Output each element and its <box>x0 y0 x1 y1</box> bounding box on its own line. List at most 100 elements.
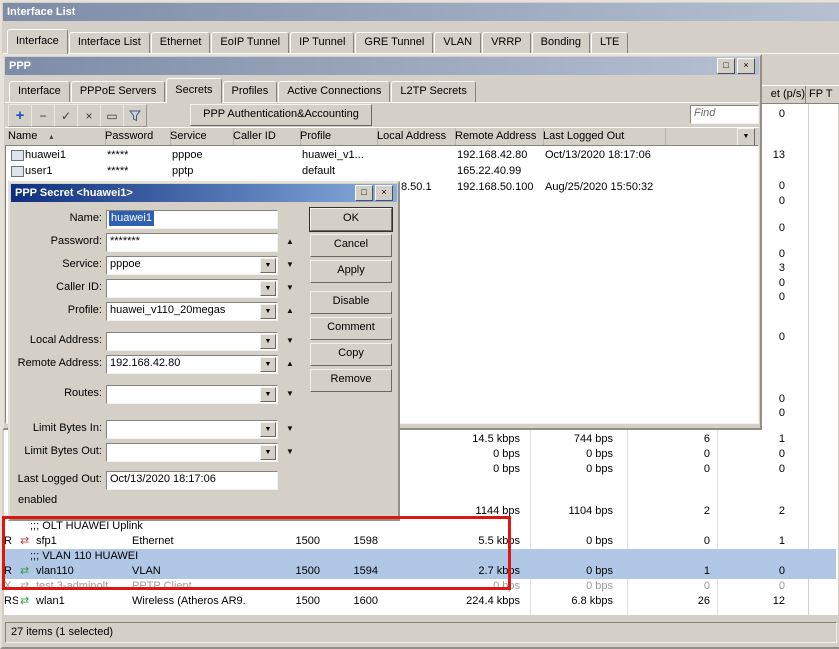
ok-button[interactable]: OK <box>310 208 392 231</box>
enable-button[interactable]: ✓ <box>54 104 78 127</box>
password-label: Password: <box>14 233 102 250</box>
interface-row-wlan1[interactable]: RS⇄wlan1Wireless (Atheros AR9...15001600… <box>2 594 836 609</box>
tab-gre-tunnel[interactable]: GRE Tunnel <box>355 32 433 53</box>
remove-button[interactable]: Remove <box>310 369 392 392</box>
remote-address-up-arrow-icon[interactable]: ▲ <box>283 355 297 372</box>
caller-id-down-arrow-icon[interactable]: ▼ <box>283 279 297 296</box>
routes-label: Routes: <box>14 385 102 402</box>
ppp-secret-row[interactable]: huawei1*****pppoehuawei_v1...192.168.42.… <box>7 147 757 163</box>
local-address-dropdown-icon[interactable]: ▼ <box>260 334 276 349</box>
column-select-button[interactable]: ▼ <box>737 128 755 146</box>
tab-ip-tunnel[interactable]: IP Tunnel <box>290 32 354 53</box>
ppp-titlebar[interactable]: PPP □ × <box>5 57 759 75</box>
password-field[interactable]: ******* <box>106 233 278 252</box>
limit-bytes-out-dropdown-icon[interactable]: ▼ <box>260 445 276 460</box>
limit-bytes-out-label: Limit Bytes Out: <box>14 443 102 460</box>
maximize-button[interactable]: □ <box>717 58 735 74</box>
filter-button[interactable] <box>123 104 147 127</box>
limit-bytes-in-field[interactable]: ▼ <box>106 420 278 439</box>
status-bar: 27 items (1 selected) <box>4 620 838 643</box>
tab-interface-list[interactable]: Interface List <box>69 32 150 53</box>
column-header-password[interactable]: Password <box>102 128 171 145</box>
tab-eoip-tunnel[interactable]: EoIP Tunnel <box>211 32 289 53</box>
profile-value: huawei_v110_20megas <box>110 303 225 318</box>
service-dropdown-icon[interactable]: ▼ <box>260 258 276 273</box>
profile-field[interactable]: huawei_v110_20megas ▼ <box>106 302 278 321</box>
service-down-arrow-icon[interactable]: ▼ <box>283 256 297 273</box>
cell-local-address: 8.50.1 <box>401 179 432 195</box>
disable-button[interactable]: Disable <box>310 291 392 314</box>
column-header-local-address[interactable]: Local Address <box>374 128 456 145</box>
caller-id-dropdown-icon[interactable]: ▼ <box>260 281 276 296</box>
tab-bonding[interactable]: Bonding <box>532 32 590 53</box>
cell-rx-packet: 1 <box>718 432 785 447</box>
local-address-field[interactable]: ▼ <box>106 332 278 351</box>
enabled-status-text: enabled <box>18 493 57 507</box>
remote-address-dropdown-icon[interactable]: ▼ <box>260 357 276 372</box>
tab-lte[interactable]: LTE <box>591 32 628 53</box>
ppp-tabs: InterfacePPPoE ServersSecretsProfilesAct… <box>5 76 759 103</box>
add-button[interactable]: + <box>8 104 32 127</box>
close-button[interactable]: × <box>737 58 755 74</box>
profile-dropdown-icon[interactable]: ▼ <box>260 304 276 319</box>
copy-button[interactable]: Copy <box>310 343 392 366</box>
caller-id-field[interactable]: ▼ <box>106 279 278 298</box>
profile-up-arrow-icon[interactable]: ▲ <box>283 302 297 319</box>
limit-bytes-in-down-arrow-icon[interactable]: ▼ <box>283 420 297 437</box>
routes-down-arrow-icon[interactable]: ▼ <box>283 385 297 402</box>
column-header-last-logged-out[interactable]: Last Logged Out <box>540 128 666 145</box>
remove-button[interactable]: − <box>31 104 55 127</box>
find-input[interactable]: Find <box>690 105 759 124</box>
column-header-filler <box>662 128 742 145</box>
ppp-tab-profiles[interactable]: Profiles <box>223 81 278 102</box>
apply-button[interactable]: Apply <box>310 260 392 283</box>
limit-bytes-out-down-arrow-icon[interactable]: ▼ <box>283 443 297 460</box>
cell-tx-packet: 26 <box>638 594 710 609</box>
service-field[interactable]: pppoe▼ <box>106 256 278 275</box>
column-header-remote-address[interactable]: Remote Address <box>452 128 544 145</box>
name-value: huawei1 <box>109 211 154 226</box>
password-up-arrow-icon[interactable]: ▲ <box>283 233 297 250</box>
ppp-tab-secrets[interactable]: Secrets <box>166 78 221 103</box>
limit-bytes-out-field[interactable]: ▼ <box>106 443 278 462</box>
comment-button[interactable]: ▭ <box>100 104 124 127</box>
ppp-tab-pppoe-servers[interactable]: PPPoE Servers <box>71 81 165 102</box>
disable-button[interactable]: × <box>77 104 101 127</box>
column-header-name[interactable]: Name▴ <box>5 128 106 145</box>
cancel-button[interactable]: Cancel <box>310 234 392 257</box>
interface-list-titlebar[interactable]: Interface List <box>3 3 839 21</box>
ppp-authentication-accounting-button[interactable]: PPP Authentication&Accounting <box>190 104 372 126</box>
caller-id-label: Caller ID: <box>14 279 102 296</box>
tab-ethernet[interactable]: Ethernet <box>151 32 211 53</box>
last-logged-out-value: Oct/13/2020 18:17:06 <box>110 472 216 487</box>
column-header-profile[interactable]: Profile <box>297 128 378 145</box>
tab-vlan[interactable]: VLAN <box>434 32 481 53</box>
cell-last-logged-out: Oct/13/2020 18:17:06 <box>545 147 651 163</box>
remove-icon: − <box>39 109 46 123</box>
column-header-caller-id[interactable]: Caller ID <box>230 128 301 145</box>
tab-interface[interactable]: Interface <box>7 29 68 54</box>
routes-field[interactable]: ▼ <box>106 385 278 404</box>
cell-profile: default <box>302 163 335 179</box>
local-address-down-arrow-icon[interactable]: ▼ <box>283 332 297 349</box>
cell-tx-packet: 0 <box>638 534 710 549</box>
remote-address-field[interactable]: 192.168.42.80▼ <box>106 355 278 374</box>
cell-tx-packet: 6 <box>638 432 710 447</box>
limit-bytes-in-label: Limit Bytes In: <box>14 420 102 437</box>
name-field[interactable]: huawei1 <box>106 210 278 229</box>
limit-bytes-in-dropdown-icon[interactable]: ▼ <box>260 422 276 437</box>
column-header-fp-tx[interactable]: FP T <box>806 86 839 103</box>
ppp-tab-active-connections[interactable]: Active Connections <box>278 81 390 102</box>
cell-rx-packet: 12 <box>718 594 785 609</box>
comment-button[interactable]: Comment <box>310 317 392 340</box>
window-title: Interface List <box>7 6 75 18</box>
routes-dropdown-icon[interactable]: ▼ <box>260 387 276 402</box>
ppp-secret-row[interactable]: user1*****pptpdefault165.22.40.99 <box>7 163 757 179</box>
cell-rx-packet: 0 <box>718 447 785 462</box>
ppp-tab-l2tp-secrets[interactable]: L2TP Secrets <box>391 81 475 102</box>
ppp-secret-dialog: PPP Secret <huawei1> □ × enabled Name:hu… <box>8 181 400 521</box>
ppp-tab-interface[interactable]: Interface <box>9 81 70 102</box>
column-header-service[interactable]: Service <box>167 128 234 145</box>
last-logged-out-field[interactable]: Oct/13/2020 18:17:06 <box>106 471 278 490</box>
tab-vrrp[interactable]: VRRP <box>482 32 531 53</box>
